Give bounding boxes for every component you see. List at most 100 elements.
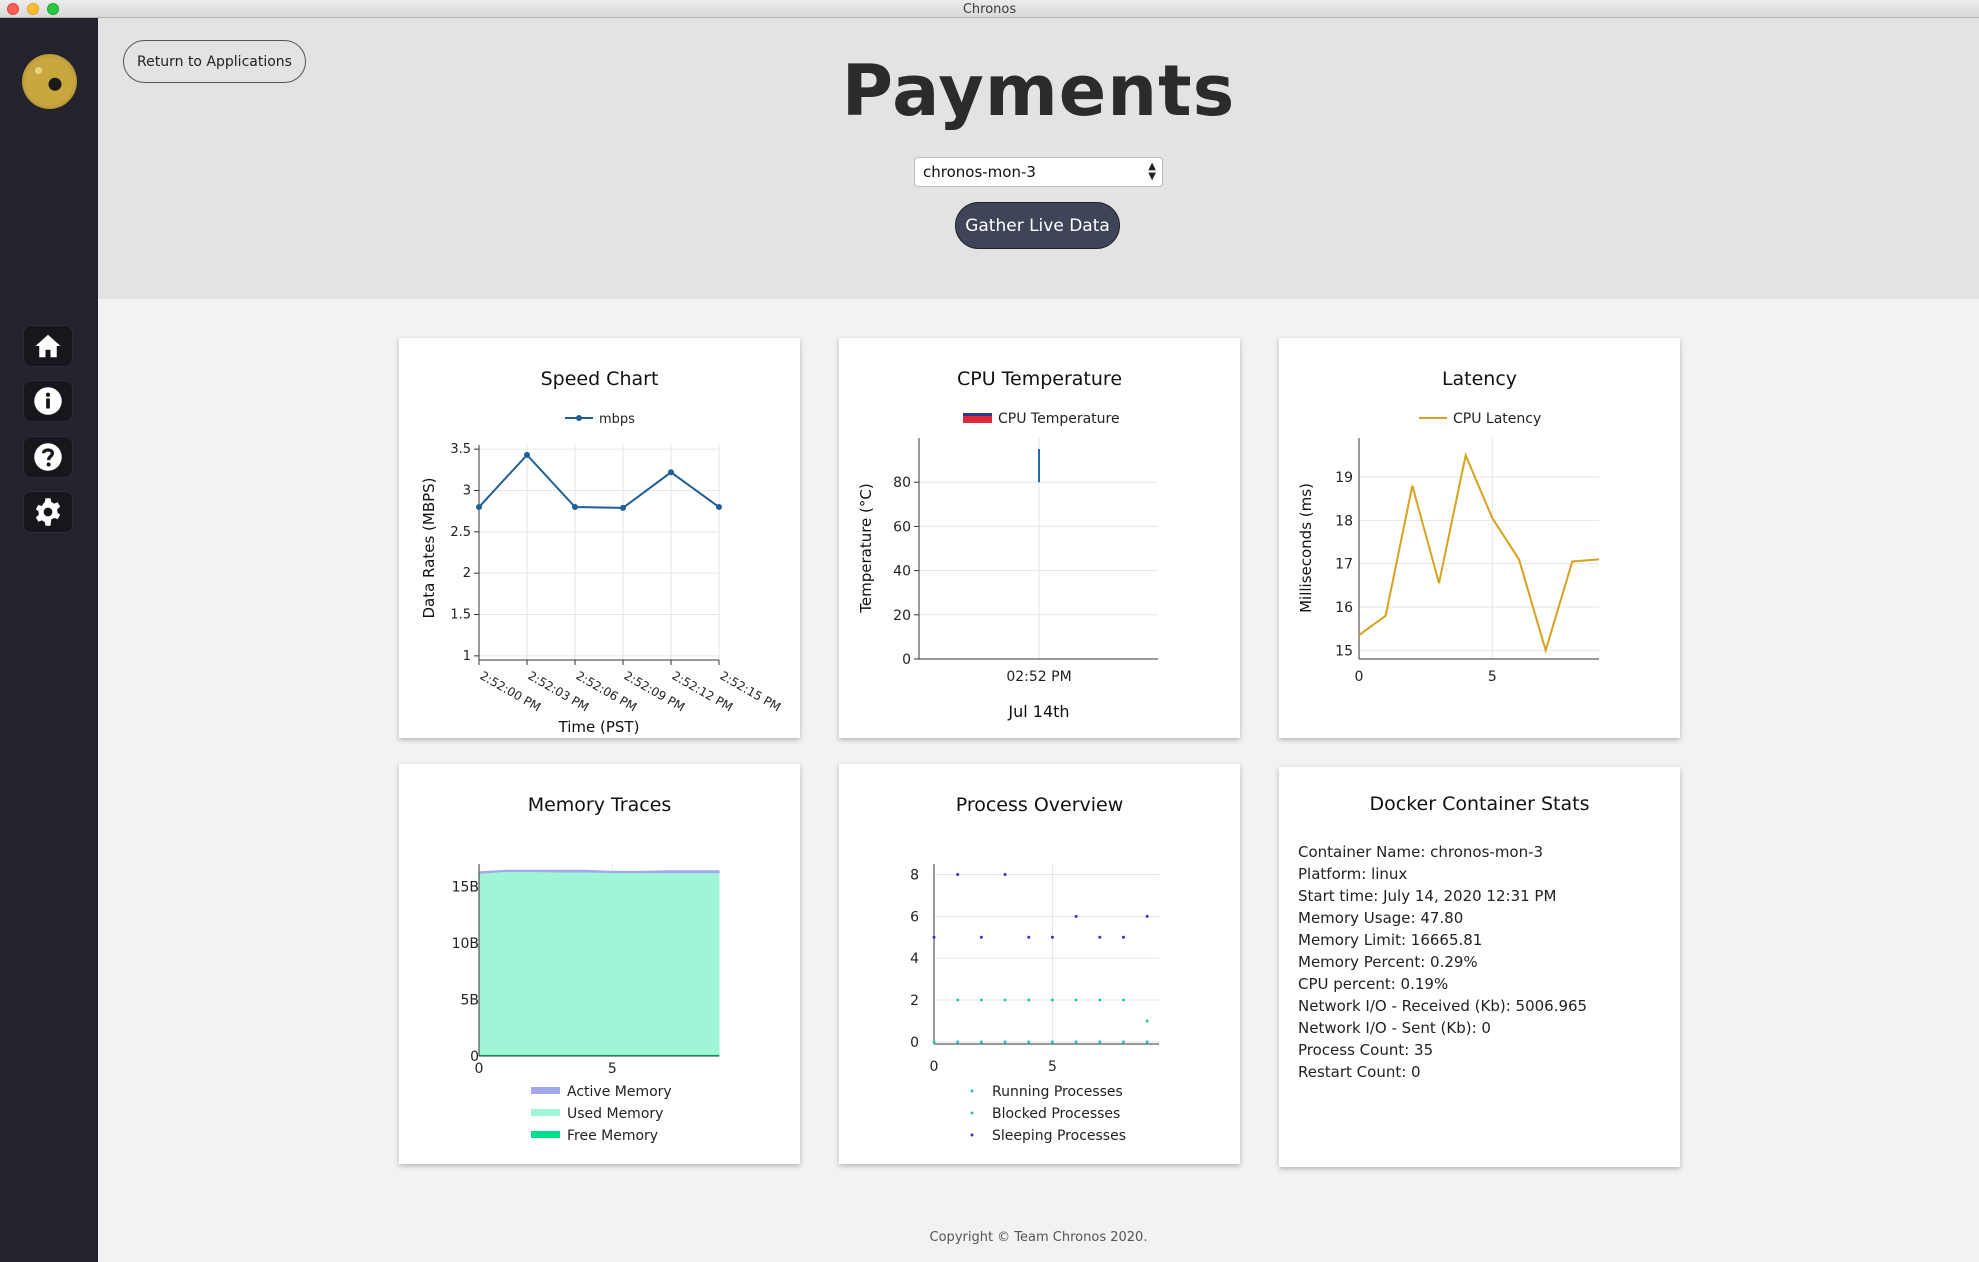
legend-label-used-memory: Used Memory — [567, 1106, 663, 1122]
mbps-point — [668, 469, 674, 476]
y-axis-label: Data Rates (MBPS) — [420, 477, 438, 618]
docker-stat-item: Memory Usage: 47.80 — [1298, 909, 1464, 927]
legend-swatch-active-memory — [531, 1087, 560, 1094]
y-tick-label: 18 — [1335, 513, 1353, 529]
y-tick-label: 17 — [1335, 557, 1353, 573]
point-running-processes — [1003, 1040, 1007, 1044]
x-tick-label: 02:52 PM — [1006, 669, 1071, 685]
point-running-processes — [1098, 1040, 1102, 1044]
docker-stats-list: Container Name: chronos-mon-3 Platform: … — [1298, 841, 1587, 1083]
process-overview-card: Process Overview 0 2 4 6 8 0 5 Running Processe… — [839, 764, 1240, 1164]
legend-marker-sleeping-processes — [970, 1133, 974, 1137]
x-tick-label: 0 — [930, 1059, 939, 1075]
docker-stat-item: Memory Percent: 0.29% — [1298, 953, 1478, 971]
point-blocked-processes — [1098, 998, 1102, 1002]
y-tick-label: 1.5 — [450, 608, 471, 623]
legend-label-blocked-processes: Blocked Processes — [992, 1106, 1120, 1122]
point-sleeping-processes — [1145, 914, 1149, 918]
point-blocked-processes — [932, 1040, 936, 1044]
point-running-processes — [979, 1040, 983, 1044]
x-axis-label: Jul 14th — [1007, 702, 1069, 721]
point-sleeping-processes — [932, 935, 936, 939]
docker-stat-item: Network I/O - Received (Kb): 5006.965 — [1298, 997, 1588, 1015]
docker-stat-item: Restart Count: 0 — [1298, 1063, 1421, 1081]
container-select-value: chronos-mon-3 — [923, 163, 1036, 181]
point-sleeping-processes — [1050, 935, 1054, 939]
cpu-temperature-card: CPU Temperature 0 20 40 60 80 02:52 PM Jul 14t… — [839, 338, 1240, 738]
y-tick-label: 2 — [910, 993, 919, 1009]
y-axis-label: Temperature (°C) — [857, 483, 875, 613]
point-sleeping-processes — [1121, 935, 1125, 939]
y-tick-label: 15 — [1335, 643, 1353, 659]
legend-mbps-label: mbps — [599, 412, 635, 427]
point-blocked-processes — [1050, 998, 1054, 1002]
legend-marker-running-processes — [970, 1089, 974, 1093]
mbps-point — [476, 504, 482, 511]
y-tick-label: 3.5 — [450, 442, 471, 457]
y-tick-label: 40 — [893, 564, 911, 580]
memory-traces-card: Memory Traces 0 5B 10B 15B 0 5 Active Memory Us… — [399, 764, 800, 1164]
docker-stat-item: Network I/O - Sent (Kb): 0 — [1298, 1019, 1491, 1037]
legend-swatch-free-memory — [531, 1131, 560, 1138]
legend-label-sleeping-processes: Sleeping Processes — [992, 1128, 1126, 1144]
x-tick-label: 5 — [1488, 669, 1497, 685]
y-tick-label: 8 — [910, 867, 919, 883]
docker-stats-card: Docker Container Stats Container Name: c… — [1279, 767, 1680, 1167]
y-tick-label: 1 — [463, 649, 471, 664]
y-axis-label: Milliseconds (ms) — [1297, 483, 1315, 613]
sidebar-item-home[interactable] — [23, 325, 73, 367]
docker-stat-item: Platform: linux — [1298, 865, 1408, 883]
cpu-temperature-chart: 0 20 40 60 80 02:52 PM Jul 14th Temperature (°C… — [857, 411, 1158, 721]
sidebar-item-help[interactable] — [23, 436, 73, 478]
y-tick-label: 0 — [902, 652, 911, 668]
point-running-processes — [1027, 1040, 1031, 1044]
chronos-logo[interactable] — [22, 54, 77, 109]
point-sleeping-processes — [1003, 872, 1007, 876]
y-tick-label: 19 — [1335, 470, 1353, 486]
x-tick-label: 0 — [1355, 669, 1364, 685]
container-select[interactable]: chronos-mon-3 ▲ ▼ — [914, 157, 1163, 187]
y-tick-label: 2.5 — [450, 525, 471, 540]
mbps-point — [572, 504, 578, 511]
legend-cpu-swatch-top — [963, 413, 992, 416]
y-tick-label: 3 — [463, 483, 471, 498]
point-sleeping-processes — [1027, 935, 1031, 939]
gather-live-data-button[interactable]: Gather Live Data — [955, 202, 1120, 249]
point-sleeping-processes — [1074, 914, 1078, 918]
legend-cpu-label: CPU Temperature — [998, 411, 1120, 427]
gear-icon — [35, 498, 61, 526]
y-tick-label: 60 — [893, 519, 911, 535]
docker-stat-item: Start time: July 14, 2020 12:31 PM — [1298, 887, 1557, 905]
memory-traces-chart: 05B10B15B0 5Active MemoryUsed MemoryFree … — [452, 864, 720, 1144]
docker-stat-item: Container Name: chronos-mon-3 — [1298, 843, 1544, 861]
window-titlebar: Chronos — [0, 0, 1979, 18]
mbps-point — [524, 451, 530, 458]
y-tick-label: 6 — [910, 909, 919, 925]
point-sleeping-processes — [1098, 935, 1102, 939]
y-tick-label: 80 — [893, 475, 911, 491]
sidebar-item-info[interactable] — [23, 380, 73, 422]
speed-chart: 11.522.533.52:52:00 PM2:52:03 PM2:52:06 … — [420, 412, 783, 736]
legend-marker-blocked-processes — [970, 1111, 974, 1115]
x-tick-label: 5 — [608, 1061, 617, 1077]
point-running-processes — [1145, 1040, 1149, 1044]
point-blocked-processes — [1003, 998, 1007, 1002]
point-blocked-processes — [1121, 998, 1125, 1002]
window-title: Chronos — [962, 2, 1017, 17]
legend-mbps-marker — [576, 415, 582, 421]
cpu-latency-line — [1358, 452, 1600, 654]
legend-label-free-memory: Free Memory — [567, 1128, 658, 1144]
y-tick-label: 20 — [893, 608, 911, 624]
legend-label-running-processes: Running Processes — [992, 1084, 1123, 1100]
y-tick-label: 4 — [910, 951, 919, 967]
process-overview-chart: 0 2 4 6 8 0 5 Running Processes Blocked Processe… — [910, 864, 1159, 1144]
y-tick-label: 10B — [452, 936, 479, 952]
y-tick-label: 2 — [463, 566, 471, 581]
sidebar-item-settings[interactable] — [23, 491, 73, 533]
area-used-memory — [478, 871, 720, 1057]
docker-stat-item: Memory Limit: 16665.81 — [1298, 931, 1483, 949]
docker-stats-title: Docker Container Stats — [1369, 793, 1590, 815]
latency-card: Latency 15 16 17 18 19 0 5 CPU Latency Milliseco… — [1279, 338, 1680, 738]
x-tick-label: 5 — [1048, 1059, 1057, 1075]
docker-stat-item: CPU percent: 0.19% — [1298, 975, 1449, 993]
